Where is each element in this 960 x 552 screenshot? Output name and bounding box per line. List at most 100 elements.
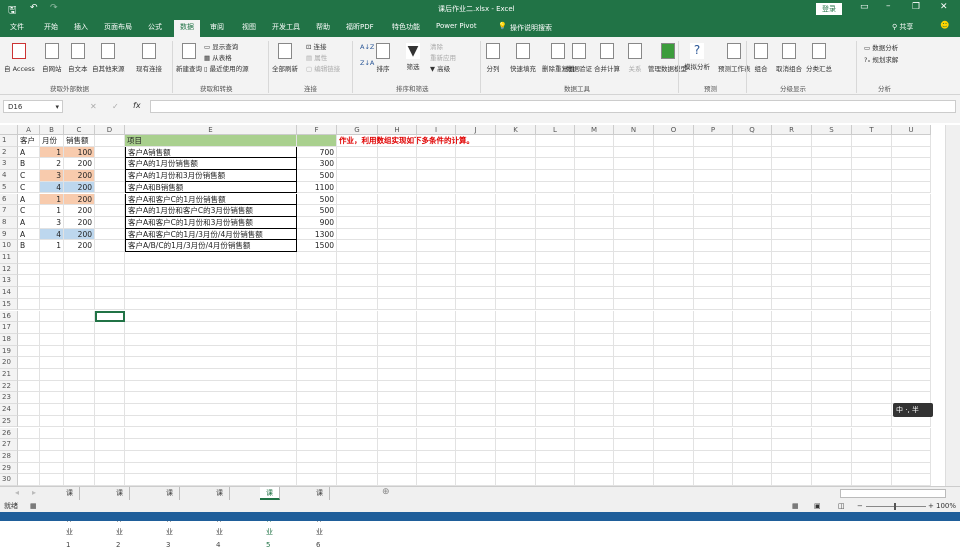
cell[interactable] (378, 170, 417, 182)
cell[interactable] (654, 252, 694, 264)
column-header-j[interactable]: J (456, 125, 496, 135)
cell-E7[interactable]: 客户A的1月份和客户C的3月份销售额 (125, 205, 297, 217)
cell-E4[interactable]: 客户A的1月份和3月份销售额 (125, 170, 297, 182)
row-header-28[interactable]: 28 (0, 450, 18, 463)
cell[interactable] (892, 205, 931, 217)
cell[interactable] (456, 357, 496, 369)
cell[interactable] (733, 322, 772, 334)
cell[interactable] (575, 322, 614, 334)
cell[interactable] (733, 216, 772, 229)
cell[interactable] (40, 450, 64, 463)
cell[interactable] (456, 392, 496, 405)
cell[interactable] (892, 462, 931, 475)
cell[interactable] (95, 404, 125, 416)
cell[interactable] (456, 298, 496, 311)
cell[interactable] (417, 252, 456, 264)
cell[interactable] (772, 380, 812, 393)
cell[interactable] (456, 427, 496, 440)
cell[interactable] (95, 275, 125, 288)
manage-data-model-button[interactable]: 管理数据模型 (648, 43, 687, 73)
cell[interactable] (654, 216, 694, 229)
cell[interactable] (95, 369, 125, 381)
cell[interactable] (18, 298, 40, 311)
cell-B9[interactable]: 4 (40, 228, 64, 241)
cell[interactable] (614, 450, 654, 463)
cell-C5[interactable]: 200 (64, 181, 95, 194)
cell[interactable] (852, 263, 892, 276)
cell[interactable] (536, 252, 575, 264)
cell[interactable] (694, 345, 733, 358)
cell[interactable] (654, 392, 694, 405)
cell[interactable] (575, 158, 614, 171)
cell[interactable] (64, 450, 95, 463)
cell-A5[interactable]: C (18, 181, 40, 194)
cell[interactable] (95, 216, 125, 229)
cell[interactable] (812, 193, 852, 206)
horizontal-scrollbar[interactable] (840, 489, 946, 498)
sheet-tab-6[interactable]: 课后作业6 (310, 487, 330, 549)
cell[interactable] (456, 287, 496, 299)
row-header-18[interactable]: 18 (0, 333, 18, 346)
cell[interactable] (417, 263, 456, 276)
column-header-a[interactable]: A (18, 125, 40, 135)
cell[interactable] (95, 146, 125, 159)
cell-F5[interactable]: 1100 (297, 181, 337, 194)
cell[interactable] (733, 333, 772, 346)
cell[interactable] (614, 357, 654, 369)
cell[interactable] (772, 333, 812, 346)
sort-az-button[interactable]: A↓Z (360, 43, 374, 51)
cell[interactable] (337, 146, 378, 159)
cell[interactable] (654, 345, 694, 358)
cell[interactable] (417, 135, 456, 147)
cell[interactable] (337, 263, 378, 276)
cell[interactable] (18, 345, 40, 358)
cell-F2[interactable]: 700 (297, 146, 337, 159)
cell-A9[interactable]: A (18, 228, 40, 241)
cell[interactable] (18, 310, 40, 323)
cell[interactable] (892, 193, 931, 206)
ungroup-button[interactable]: 取消组合 (776, 43, 802, 73)
page-layout-view-icon[interactable]: ▣ (814, 500, 821, 512)
cell[interactable] (64, 404, 95, 416)
cell[interactable] (337, 298, 378, 311)
cell[interactable] (417, 228, 456, 241)
cell[interactable] (456, 146, 496, 159)
zoom-slider[interactable] (866, 503, 926, 510)
text-to-columns-button[interactable]: 分列 (486, 43, 500, 73)
cell[interactable] (812, 216, 852, 229)
prev-sheet-icon[interactable]: ◂ (15, 488, 19, 497)
cell[interactable] (95, 228, 125, 241)
cell[interactable] (694, 450, 733, 463)
cell[interactable] (95, 252, 125, 264)
cell-C9[interactable]: 200 (64, 228, 95, 241)
cell[interactable] (536, 380, 575, 393)
cell[interactable] (18, 404, 40, 416)
cell[interactable] (378, 146, 417, 159)
cell[interactable] (64, 287, 95, 299)
tab-formulas[interactable]: 公式 (148, 22, 162, 32)
row-header-2[interactable]: 2 (0, 146, 18, 159)
cell[interactable] (417, 193, 456, 206)
cell[interactable] (852, 252, 892, 264)
column-header-s[interactable]: S (812, 125, 852, 135)
cell[interactable] (812, 158, 852, 171)
cell[interactable] (64, 263, 95, 276)
row-header-27[interactable]: 27 (0, 439, 18, 451)
cell[interactable] (64, 275, 95, 288)
cell[interactable] (40, 333, 64, 346)
cell[interactable] (297, 415, 337, 428)
cell[interactable] (772, 170, 812, 182)
cell[interactable] (536, 135, 575, 147)
cell[interactable] (337, 158, 378, 171)
cell[interactable] (614, 310, 654, 323)
cell[interactable] (297, 392, 337, 405)
insert-function-button[interactable]: fx (133, 101, 141, 110)
cell[interactable] (852, 333, 892, 346)
cell[interactable] (772, 322, 812, 334)
sheet-tab-5[interactable]: 课后作业5 (260, 487, 280, 549)
cell[interactable] (694, 474, 733, 486)
cell[interactable] (378, 474, 417, 486)
cell[interactable] (496, 170, 536, 182)
column-header-b[interactable]: B (40, 125, 64, 135)
cell-B6[interactable]: 1 (40, 193, 64, 206)
